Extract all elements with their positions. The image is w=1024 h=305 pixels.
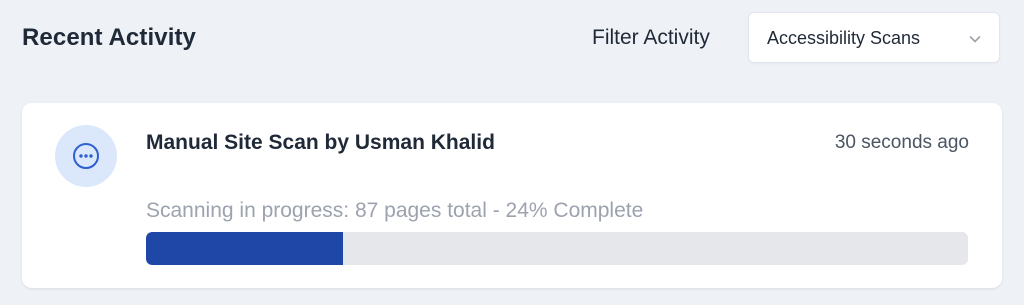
filter-selected-value: Accessibility Scans (767, 28, 921, 48)
progress-bar-fill (146, 232, 344, 265)
filter-activity-select[interactable]: Accessibility Scans (748, 12, 1000, 63)
chevron-down-icon (967, 31, 983, 47)
activity-card: Manual Site Scan by Usman Khalid 30 seco… (22, 103, 1002, 288)
filter-activity-label: Filter Activity (592, 26, 710, 49)
activity-avatar (55, 125, 117, 187)
more-horizontal-icon (73, 143, 99, 169)
progress-bar (146, 232, 968, 265)
page-title: Recent Activity (22, 24, 196, 51)
activity-timestamp: 30 seconds ago (834, 132, 969, 153)
activity-title: Manual Site Scan by Usman Khalid (146, 131, 495, 154)
progress-status-text: Scanning in progress: 87 pages total - 2… (146, 199, 644, 222)
